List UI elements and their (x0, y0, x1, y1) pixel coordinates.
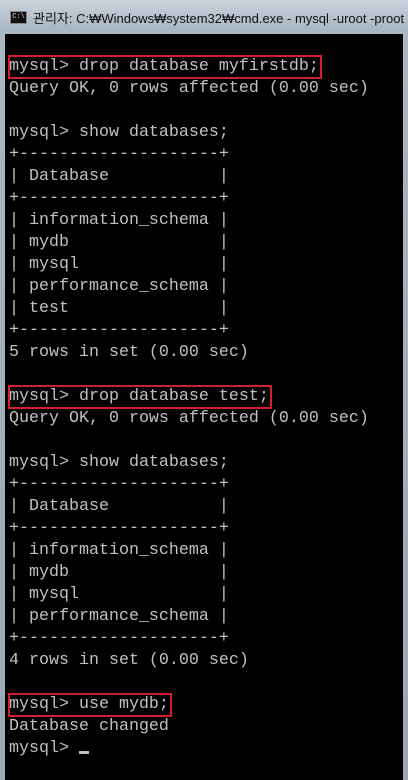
terminal-line: +--------------------+ (9, 518, 369, 540)
terminal-line: mysql> show databases; (9, 452, 369, 474)
line-text: mysql> show databases; (9, 453, 229, 472)
cursor (78, 751, 89, 754)
terminal-line: | Database | (9, 166, 369, 188)
line-text: | mydb | (9, 233, 229, 252)
highlighted-command: mysql> drop database test; (8, 385, 272, 409)
terminal-line: | information_schema | (9, 540, 369, 562)
cmd-window: C:\ 관리자: C:₩Windows₩system32₩cmd.exe - m… (0, 0, 408, 780)
terminal-line: | mysql | (9, 254, 369, 276)
line-text: 5 rows in set (0.00 sec) (9, 343, 249, 362)
line-text: | Database | (9, 167, 229, 186)
line-text: 4 rows in set (0.00 sec) (9, 651, 249, 670)
line-text: +--------------------+ (9, 145, 229, 164)
line-text: | performance_schema | (9, 277, 229, 296)
terminal-line: mysql> use mydb; (8, 693, 369, 717)
line-text: mysql> (9, 739, 79, 758)
terminal-line: mysql> show databases; (9, 122, 369, 144)
line-text: mysql> show databases; (9, 123, 229, 142)
terminal-output[interactable]: mysql> drop database myfirstdb; Query OK,… (5, 34, 403, 780)
terminal-line: 4 rows in set (0.00 sec) (9, 650, 369, 672)
title-bar[interactable]: C:\ 관리자: C:₩Windows₩system32₩cmd.exe - m… (0, 0, 408, 34)
line-text: | performance_schema | (9, 607, 229, 626)
terminal-line: +--------------------+ (9, 474, 369, 496)
line-text: Database changed (9, 717, 169, 736)
terminal-line: Query OK, 0 rows affected (0.00 sec) (9, 78, 369, 100)
terminal-line: mysql> drop database myfirstdb; (8, 55, 369, 79)
line-text: | mysql | (9, 255, 229, 274)
terminal-line: | mydb | (9, 562, 369, 584)
terminal-line: 5 rows in set (0.00 sec) (9, 342, 369, 364)
highlighted-command: mysql> use mydb; (8, 693, 172, 717)
line-text: | mydb | (9, 563, 229, 582)
highlighted-command: mysql> drop database myfirstdb; (8, 55, 322, 79)
terminal-line: | mysql | (9, 584, 369, 606)
line-text: +--------------------+ (9, 519, 229, 538)
terminal-line: mysql> drop database test; (8, 385, 369, 409)
terminal-line: +--------------------+ (9, 628, 369, 650)
line-text: | information_schema | (9, 211, 229, 230)
terminal-line: | Database | (9, 496, 369, 518)
line-text: +--------------------+ (9, 321, 229, 340)
terminal-line: +--------------------+ (9, 144, 369, 166)
line-text: +--------------------+ (9, 475, 229, 494)
line-text: +--------------------+ (9, 189, 229, 208)
terminal-line: | information_schema | (9, 210, 369, 232)
line-text: | information_schema | (9, 541, 229, 560)
cmd-icon: C:\ (10, 10, 27, 24)
line-text: +--------------------+ (9, 629, 229, 648)
terminal-line: | mydb | (9, 232, 369, 254)
line-text: Query OK, 0 rows affected (0.00 sec) (9, 79, 369, 98)
terminal-line: +--------------------+ (9, 320, 369, 342)
terminal-line: Query OK, 0 rows affected (0.00 sec) (9, 408, 369, 430)
line-text: | mysql | (9, 585, 229, 604)
terminal-line: mysql> (9, 738, 369, 760)
terminal-line: | performance_schema | (9, 276, 369, 298)
window-title: 관리자: C:₩Windows₩system32₩cmd.exe - mysql… (33, 10, 405, 26)
terminal-line: | test | (9, 298, 369, 320)
line-text: | Database | (9, 497, 229, 516)
line-text: | test | (9, 299, 229, 318)
terminal-line: +--------------------+ (9, 188, 369, 210)
terminal-line: Database changed (9, 716, 369, 738)
terminal-line: | performance_schema | (9, 606, 369, 628)
line-text: Query OK, 0 rows affected (0.00 sec) (9, 409, 369, 428)
